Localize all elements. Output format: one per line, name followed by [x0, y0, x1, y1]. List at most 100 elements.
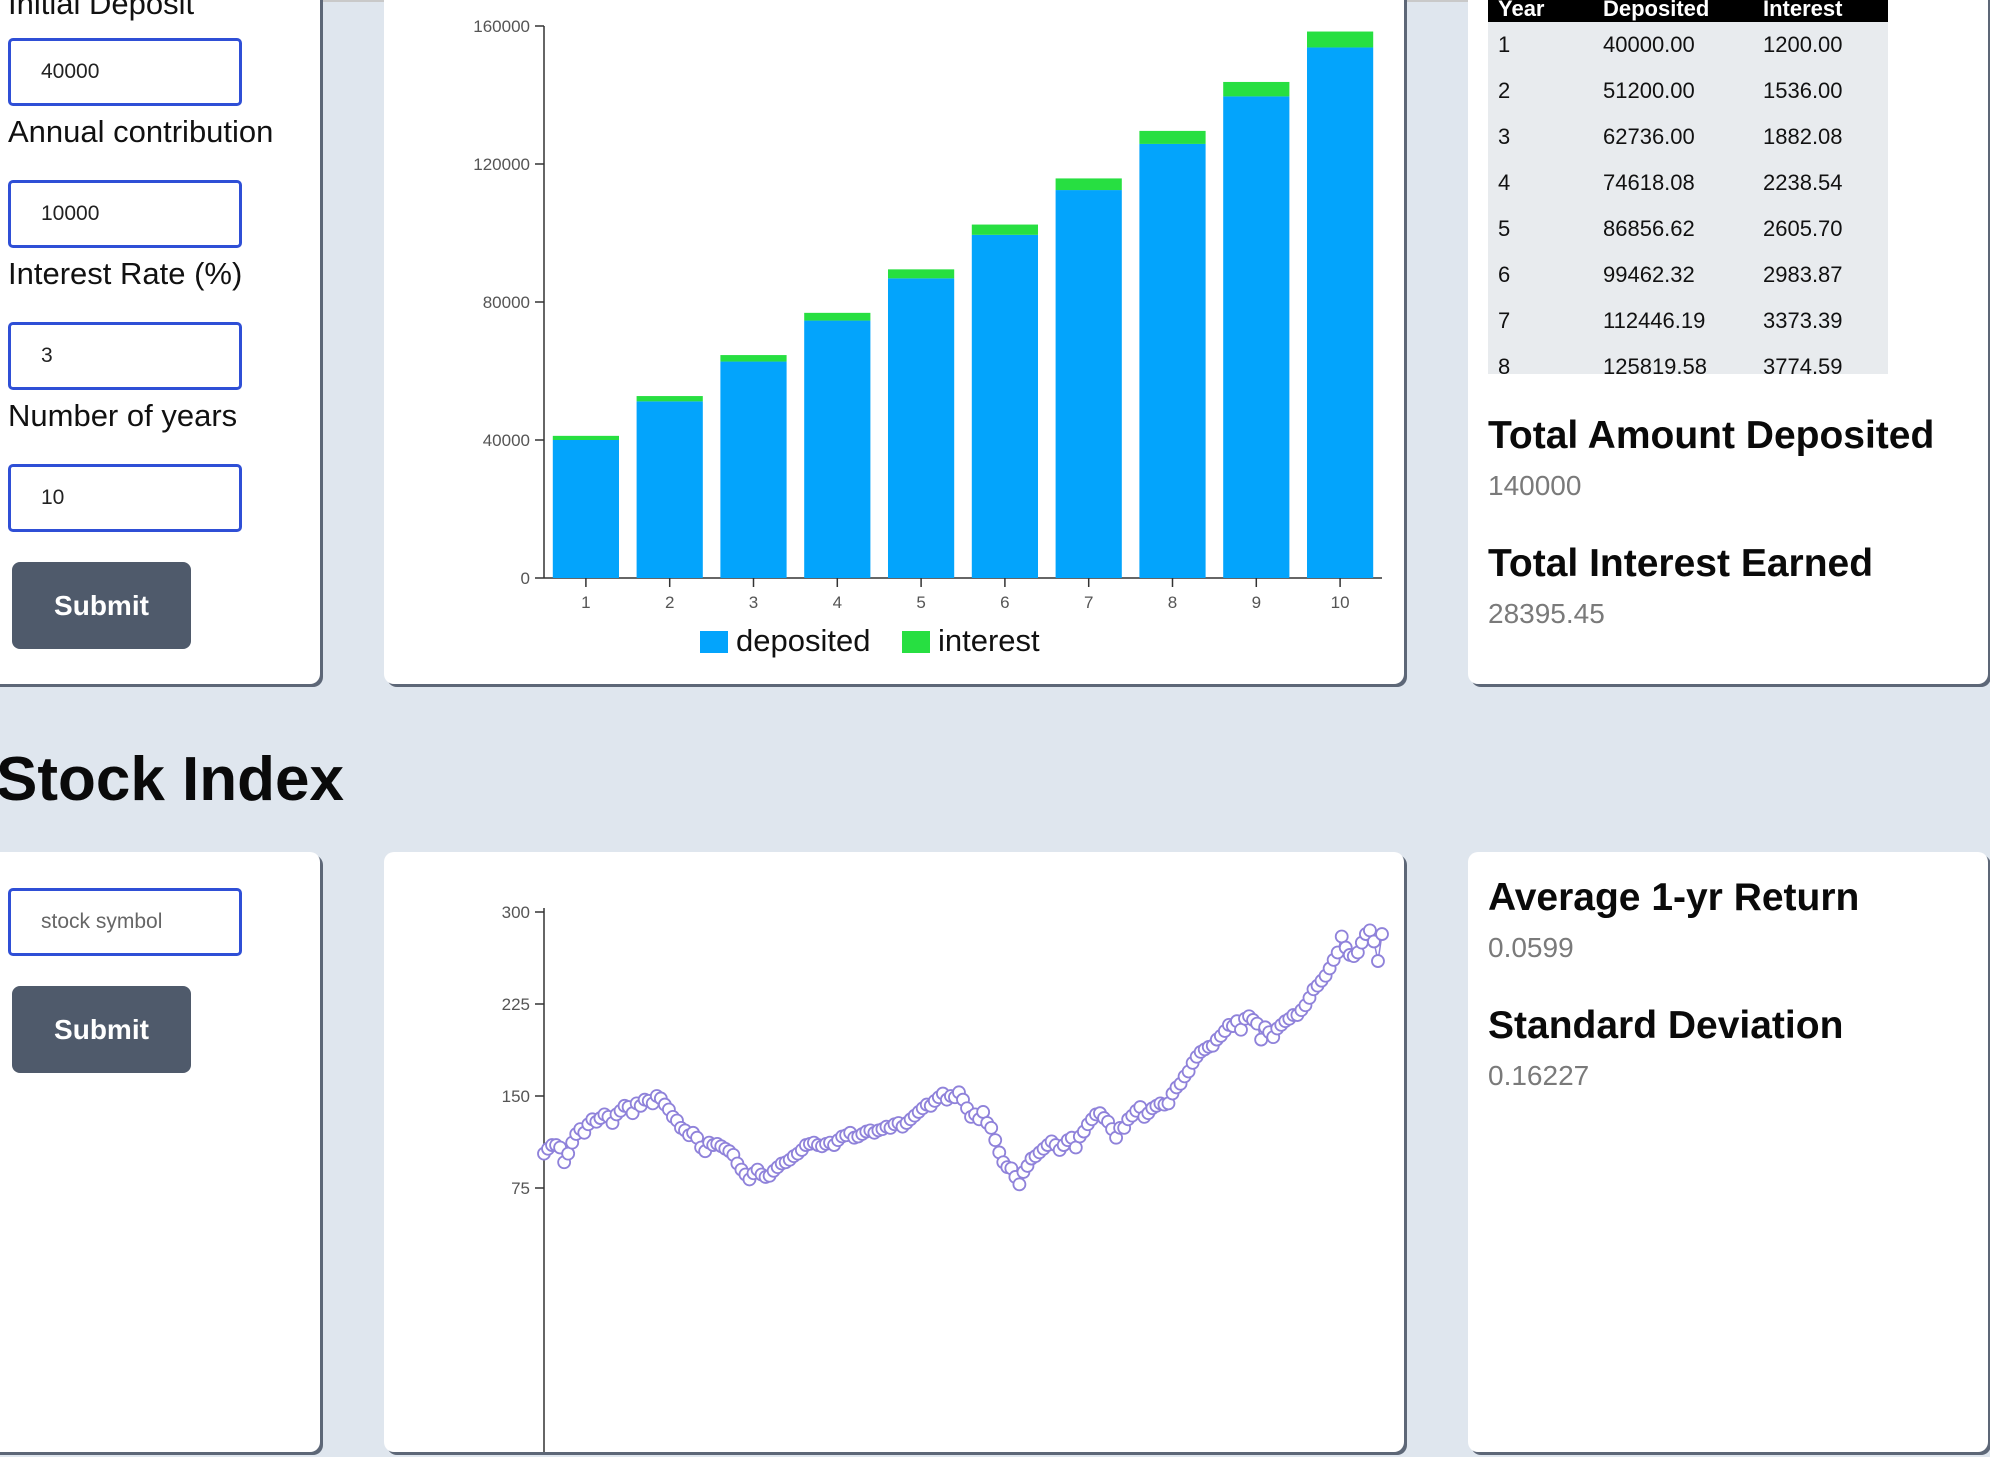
stock-chart-card: 75 150 225 300	[384, 852, 1404, 1452]
initial-deposit-input[interactable]	[8, 38, 242, 106]
deposit-chart-card: 0 40000 80000 120000 160000 1 2 3 4 5 6 7 8 9 10 deposi…	[384, 0, 1404, 684]
stock-point	[984, 1120, 999, 1135]
total-interest-title: Total Interest Earned	[1488, 542, 1874, 585]
y-tick-label: 75	[511, 1179, 530, 1198]
cell-year: 7	[1498, 308, 1511, 333]
bar-interest	[1223, 81, 1290, 97]
x-tick-label: 3	[749, 593, 758, 612]
y-tick-label: 300	[502, 903, 530, 922]
stock-stats-card: Average 1-yr Return 0.0599 Standard Devi…	[1468, 852, 1988, 1452]
bar-deposited	[720, 361, 787, 578]
cell-year: 8	[1498, 354, 1511, 374]
deposit-form-card: Initial Deposit Annual contribution Inte…	[0, 0, 320, 684]
cell-year: 6	[1498, 262, 1511, 287]
cell-year: 2	[1498, 78, 1511, 103]
cell-deposited: 99462.32	[1603, 262, 1695, 287]
bar-interest	[636, 396, 703, 402]
annual-contribution-input[interactable]	[8, 180, 242, 248]
annual-contribution-label: Annual contribution	[8, 114, 274, 149]
bar-deposited	[1055, 190, 1122, 578]
total-deposited-value: 140000	[1488, 470, 1582, 501]
cell-deposited: 40000.00	[1603, 32, 1695, 57]
bar-deposited	[1139, 143, 1206, 578]
x-tick-label: 6	[1000, 593, 1009, 612]
cell-interest: 2983.87	[1763, 262, 1843, 287]
stock-line-chart: 75 150 225 300	[502, 903, 1389, 1452]
legend-label-deposited: deposited	[736, 623, 870, 658]
bar-deposited	[636, 401, 703, 578]
cell-year: 5	[1498, 216, 1511, 241]
table-row: 3 62736.00 1882.08	[1488, 114, 1888, 160]
stock-index-heading: Stock Index	[0, 745, 344, 814]
chart-legend: deposited interest	[700, 623, 1040, 658]
column-header-interest: Interest	[1763, 0, 1843, 21]
interest-rate-label: Interest Rate (%)	[8, 256, 243, 291]
table-row: 4 74618.08 2238.54	[1488, 160, 1888, 206]
y-tick-label: 150	[502, 1087, 530, 1106]
bar-interest	[552, 435, 620, 440]
bar-interest	[1139, 130, 1206, 144]
stock-submit-button[interactable]: Submit	[12, 986, 191, 1073]
cell-interest: 3373.39	[1763, 308, 1843, 333]
cell-year: 4	[1498, 170, 1511, 195]
x-tick-label: 4	[833, 593, 842, 612]
y-tick-label: 0	[521, 569, 530, 588]
cell-year: 1	[1498, 32, 1511, 57]
y-tick-label: 120000	[473, 155, 530, 174]
cell-interest: 1536.00	[1763, 78, 1843, 103]
bar-deposited	[1306, 47, 1374, 579]
x-tick-label: 5	[916, 593, 925, 612]
y-tick-label: 225	[502, 995, 530, 1014]
legend-swatch-deposited	[700, 631, 728, 653]
y-tick-label: 160000	[473, 17, 530, 36]
deposit-table-container[interactable]: Year Deposited Interest 1 40000.00 1200.00…	[1488, 0, 1888, 374]
deposit-bar-chart: 0 40000 80000 120000 160000 1 2 3 4 5 6 7 8 9 10 deposi…	[473, 17, 1382, 658]
deposit-submit-button[interactable]: Submit	[12, 562, 191, 649]
initial-deposit-label: Initial Deposit	[8, 0, 195, 21]
bar-interest	[971, 224, 1039, 235]
stock-symbol-input[interactable]	[8, 888, 242, 956]
y-tick-label: 40000	[483, 431, 530, 450]
bar-interest	[887, 269, 955, 279]
stock-series-line	[543, 929, 1383, 1187]
stock-point	[1371, 954, 1385, 968]
cell-interest: 1882.08	[1763, 124, 1843, 149]
x-tick-label: 1	[581, 593, 590, 612]
stock-point	[988, 1133, 1003, 1148]
stock-point	[1012, 1177, 1027, 1192]
table-row: 6 99462.32 2983.87	[1488, 252, 1888, 298]
table-header-row: Year Deposited Interest	[1488, 0, 1888, 22]
x-tick-label: 8	[1168, 593, 1177, 612]
total-interest-value: 28395.45	[1488, 598, 1605, 629]
stock-point	[1375, 927, 1389, 941]
column-header-deposited: Deposited	[1603, 0, 1710, 21]
table-row: 2 51200.00 1536.00	[1488, 68, 1888, 114]
deposit-table: Year Deposited Interest 1 40000.00 1200.00…	[1488, 0, 1888, 374]
cell-interest: 2238.54	[1763, 170, 1843, 195]
number-of-years-input[interactable]	[8, 464, 242, 532]
cell-deposited: 125819.58	[1603, 354, 1707, 374]
cell-deposited: 112446.19	[1603, 308, 1706, 333]
table-row: 7 112446.19 3373.39	[1488, 298, 1888, 344]
table-row: 1 40000.00 1200.00	[1488, 22, 1888, 68]
bar-deposited	[971, 234, 1039, 579]
bar-interest	[720, 355, 787, 362]
bar-deposited	[887, 278, 955, 578]
cell-interest: 1200.00	[1763, 32, 1843, 57]
cell-interest: 3774.59	[1763, 354, 1843, 374]
deposit-summary-card: Year Deposited Interest 1 40000.00 1200.00…	[1468, 0, 1988, 684]
std-dev-title: Standard Deviation	[1488, 1004, 1844, 1047]
cell-deposited: 51200.00	[1603, 78, 1695, 103]
table-row: 8 125819.58 3774.59	[1488, 344, 1888, 374]
cell-year: 3	[1498, 124, 1511, 149]
avg-return-value: 0.0599	[1488, 932, 1574, 963]
x-tick-label: 10	[1331, 593, 1350, 612]
bar-deposited	[552, 440, 620, 578]
legend-label-interest: interest	[938, 623, 1040, 658]
interest-rate-input[interactable]	[8, 322, 242, 390]
x-tick-label: 2	[665, 593, 674, 612]
legend-swatch-interest	[902, 631, 930, 653]
stock-form-card: Submit	[0, 852, 320, 1452]
bar-interest	[1306, 31, 1374, 48]
total-deposited-title: Total Amount Deposited	[1488, 414, 1935, 457]
